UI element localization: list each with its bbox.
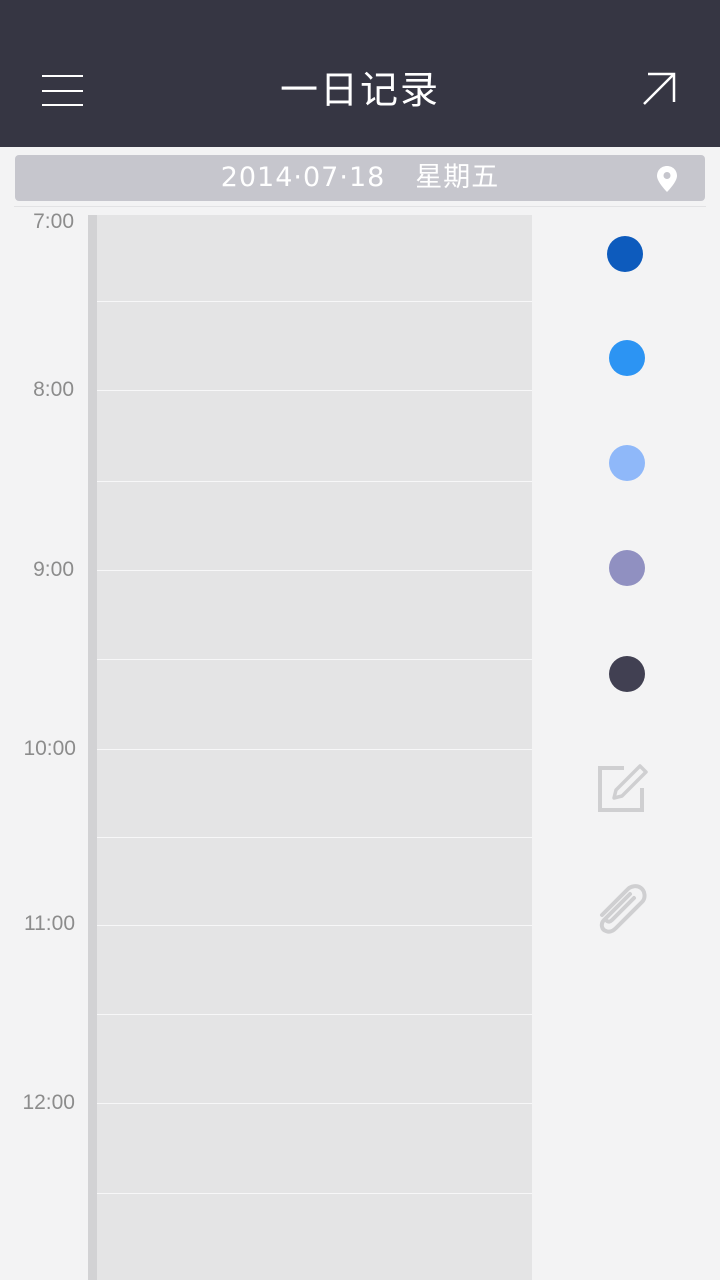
paperclip-icon[interactable] (590, 880, 652, 938)
grid-line (97, 749, 532, 750)
grid-line (97, 301, 532, 302)
color-dot-dark-blue[interactable] (607, 236, 643, 272)
arrow-up-right-icon[interactable] (636, 66, 684, 114)
date-value: 2014·07·18 (220, 162, 386, 193)
hour-label: 11:00 (24, 912, 75, 935)
hour-label: 7:00 (33, 210, 74, 233)
hour-label: 8:00 (33, 378, 74, 401)
grid-line (97, 481, 532, 482)
timeline-grid[interactable] (88, 215, 532, 1280)
weekday-label: 星期五 (415, 162, 500, 193)
grid-line (97, 925, 532, 926)
edit-note-icon[interactable] (594, 760, 652, 818)
color-dot-light-blue[interactable] (609, 445, 645, 481)
grid-line (97, 570, 532, 571)
timeline-edge (88, 215, 97, 1280)
date-text: 2014·07·18 星期五 (15, 155, 705, 201)
grid-line (97, 1014, 532, 1015)
date-bar[interactable]: 2014·07·18 星期五 (15, 155, 705, 201)
color-dot-blue[interactable] (609, 340, 645, 376)
location-pin-icon[interactable] (655, 165, 679, 193)
page-title: 一日记录 (279, 68, 440, 112)
grid-line (97, 837, 532, 838)
grid-line (97, 1193, 532, 1194)
top-bar: 一日记录 (0, 0, 720, 147)
grid-line (97, 390, 532, 391)
hour-label: 10:00 (23, 737, 76, 760)
grid-line (97, 659, 532, 660)
color-dot-lavender[interactable] (609, 550, 645, 586)
hour-label: 12:00 (22, 1091, 75, 1114)
color-dot-dark-gray[interactable] (609, 656, 645, 692)
grid-line (97, 1103, 532, 1104)
divider (14, 206, 706, 207)
hour-label: 9:00 (33, 558, 74, 581)
